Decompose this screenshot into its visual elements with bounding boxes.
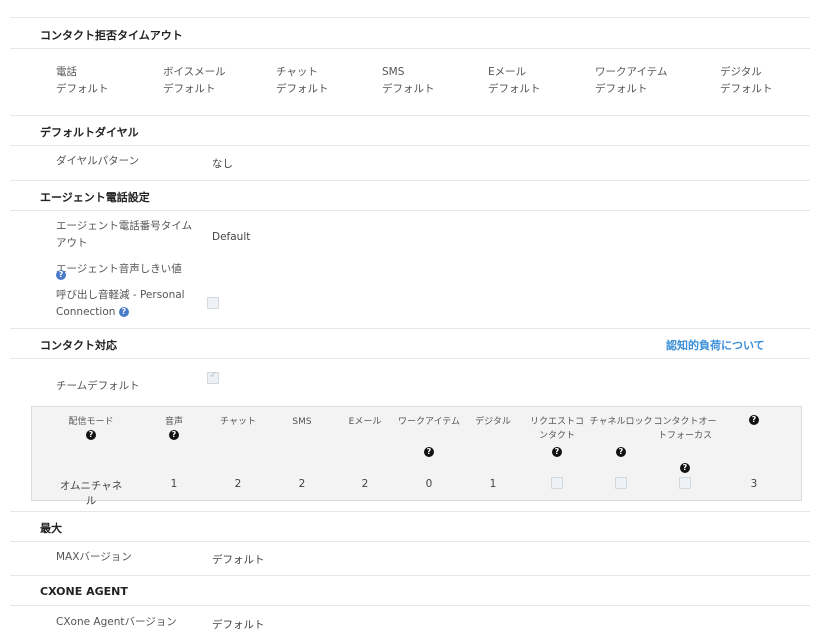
table-column-header: Eメール [348, 417, 382, 427]
divider [10, 210, 810, 211]
section-title-default-dial: デフォルトダイヤル [40, 126, 139, 139]
table-cell-checkbox[interactable] [551, 477, 563, 489]
table-column-header: SMS [292, 417, 312, 427]
agent-phone-timeout-label: エージェント電話番号タイムアウト [56, 220, 193, 249]
table-column-header: チャット [220, 417, 256, 427]
timeout-channel-value: デフォルト [595, 83, 648, 95]
dial-pattern-value: なし [212, 158, 233, 170]
agent-voice-threshold-text: エージェント音声しきい値 [56, 263, 182, 275]
max-version-label: MAXバージョン [56, 551, 132, 563]
help-icon[interactable]: ? [424, 447, 434, 457]
timeout-channel-name: チャット [276, 66, 318, 78]
agent-voice-threshold-label: エージェント音声しきい値 [56, 261, 182, 278]
cxone-version-label: CXone Agentバージョン [56, 616, 177, 628]
table-cell-checkbox[interactable] [679, 477, 691, 489]
table-column-header: デジタル [475, 417, 511, 427]
divider [10, 358, 810, 359]
table-cell: 3 [750, 478, 758, 490]
timeout-channel-value: デフォルト [163, 83, 216, 95]
timeout-channel-name: Eメール [488, 66, 527, 78]
divider [10, 575, 810, 576]
ring-reduce-checkbox[interactable] [207, 297, 219, 309]
timeout-channel-value: デフォルト [488, 83, 541, 95]
divider [10, 180, 810, 181]
help-icon[interactable]: ? [56, 270, 66, 280]
divider [10, 541, 810, 542]
dial-pattern-label: ダイヤルパターン [56, 155, 140, 167]
help-icon[interactable]: ? [86, 430, 96, 440]
timeout-channel-value: デフォルト [276, 83, 329, 95]
timeout-channel-name: SMS [382, 66, 405, 78]
table-column-header: 音声 [164, 417, 183, 427]
table-cell: 2 [234, 478, 242, 490]
table-column-header: チャネルロック [589, 417, 653, 427]
table-cell: 0 [425, 478, 433, 490]
table-column-header: 配信モード [68, 417, 114, 427]
max-version-value: デフォルト [212, 554, 265, 566]
section-title-cxone-agent: CXONE AGENT [40, 585, 128, 598]
table-cell: オムニチャネル [59, 480, 123, 507]
table-cell: 2 [298, 478, 306, 490]
team-default-label: チームデフォルト [56, 380, 140, 392]
timeout-channel-name: ボイスメール [163, 66, 226, 78]
table-column-header: コンタクトオートフォーカス [653, 417, 717, 441]
agent-phone-timeout-value: Default [212, 231, 251, 243]
divider [10, 145, 810, 146]
timeout-channel-value: デフォルト [56, 83, 109, 95]
timeout-channel-name: 電話 [56, 66, 77, 78]
table-cell-checkbox[interactable] [615, 477, 627, 489]
table-column-header: リクエストコンタクト [529, 417, 584, 441]
timeout-channel-value: デフォルト [382, 83, 435, 95]
section-title-contact-reject-timeout: コンタクト拒否タイムアウト [40, 29, 183, 42]
table-column-header: ワークアイテム [397, 417, 461, 427]
section-title-max: 最大 [40, 522, 62, 535]
table-cell: 1 [170, 478, 178, 490]
cxone-version-value: デフォルト [212, 619, 265, 631]
help-icon[interactable]: ? [552, 447, 562, 457]
table-cell: 1 [489, 478, 497, 490]
help-icon[interactable]: ? [680, 463, 690, 473]
help-icon[interactable]: ? [118, 307, 129, 317]
divider [10, 48, 810, 49]
divider [10, 115, 810, 116]
cognitive-load-link[interactable]: 認知的負荷について [666, 337, 765, 353]
team-default-checkbox[interactable] [207, 370, 219, 384]
help-icon[interactable]: ? [169, 430, 179, 440]
section-title-contact-handling: コンタクト対応 [40, 339, 117, 352]
divider [10, 605, 810, 606]
table-cell: 2 [361, 478, 369, 490]
top-divider [10, 17, 810, 18]
timeout-channel-name: デジタル [720, 66, 762, 78]
help-icon[interactable]: ? [616, 447, 626, 457]
timeout-channel-name: ワークアイテム [595, 66, 668, 78]
divider [10, 328, 810, 329]
divider [10, 511, 810, 512]
section-title-agent-phone: エージェント電話設定 [40, 191, 150, 204]
ring-reduce-label: 呼び出し音軽減 - Personal Connection ? [56, 287, 201, 321]
timeout-channel-value: デフォルト [720, 83, 773, 95]
help-icon[interactable]: ? [749, 415, 759, 425]
